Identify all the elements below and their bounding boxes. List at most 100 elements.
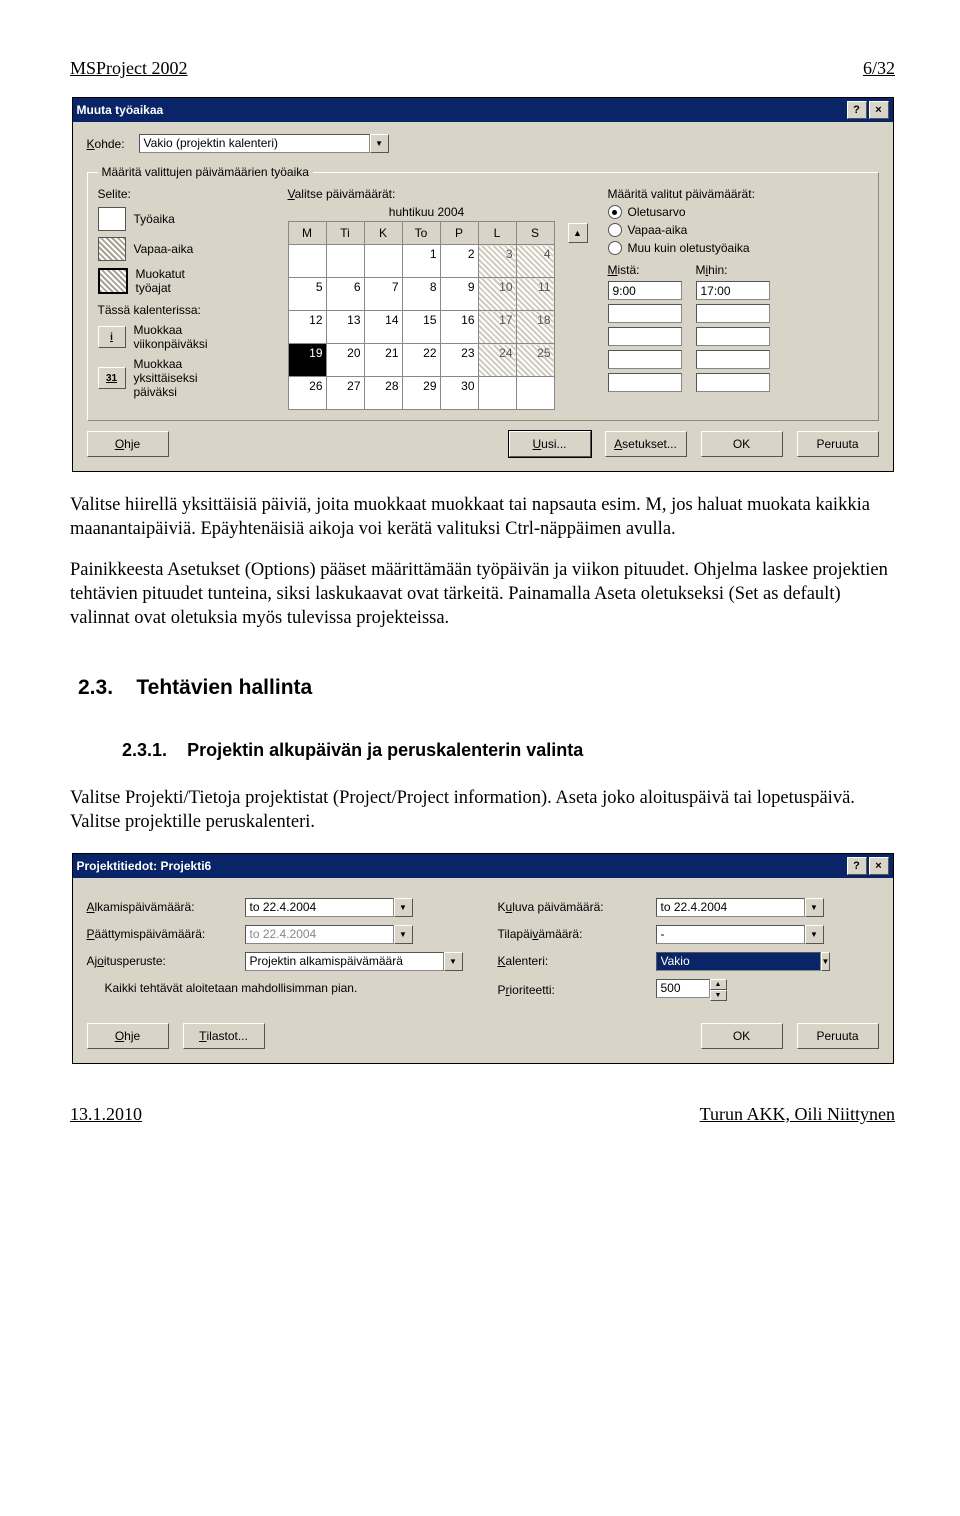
alk-combo[interactable]: to 22.4.2004 ▼	[245, 898, 413, 917]
paa-combo[interactable]: to 22.4.2004 ▼	[245, 925, 413, 944]
cal-day[interactable]: 17	[478, 311, 516, 344]
cal-head[interactable]: K	[364, 222, 402, 245]
spin-up-icon[interactable]: ▲	[710, 979, 727, 990]
cal-day[interactable]	[326, 245, 364, 278]
mihin-input-4[interactable]	[696, 350, 770, 369]
cal-day[interactable]: 5	[288, 278, 326, 311]
mista-input-1[interactable]	[608, 281, 682, 300]
muokkaa-viikko-label: Muokkaa viikonpäiväksi	[134, 323, 208, 351]
radio-muu[interactable]: Muu kuin oletustyöaika	[608, 241, 838, 255]
cal-day[interactable]	[516, 377, 554, 410]
chevron-down-icon[interactable]: ▼	[394, 898, 413, 917]
cal-day[interactable]: 29	[402, 377, 440, 410]
cal-day[interactable]: 27	[326, 377, 364, 410]
ok-button[interactable]: OK	[701, 1023, 783, 1049]
mista-input-4[interactable]	[608, 350, 682, 369]
cal-day[interactable]: 7	[364, 278, 402, 311]
cal-day[interactable]: 8	[402, 278, 440, 311]
mista-input-5[interactable]	[608, 373, 682, 392]
help-button[interactable]: ?	[847, 101, 867, 119]
mihin-input-3[interactable]	[696, 327, 770, 346]
cal-head[interactable]: M	[288, 222, 326, 245]
ohje-button[interactable]: Ohje	[87, 431, 169, 457]
groupbox-legend: Määritä valittujen päivämäärien työaika	[98, 165, 313, 179]
mihin-input-2[interactable]	[696, 304, 770, 323]
radio-oletus[interactable]: Oletusarvo	[608, 205, 838, 219]
calendar[interactable]: M Ti K To P L S	[288, 221, 555, 410]
cal-day[interactable]: 18	[516, 311, 554, 344]
header-left: MSProject 2002	[70, 58, 188, 79]
page-header: MSProject 2002 6/32	[70, 58, 895, 79]
cal-head[interactable]: P	[440, 222, 478, 245]
ajo-combo[interactable]: Projektin alkamispäivämäärä ▼	[245, 952, 463, 971]
chevron-down-icon[interactable]: ▼	[370, 134, 389, 153]
help-button[interactable]: ?	[847, 857, 867, 875]
chevron-down-icon[interactable]: ▼	[805, 925, 824, 944]
chevron-down-icon[interactable]: ▼	[805, 898, 824, 917]
kaikki-text: Kaikki tehtävät aloitetaan mahdollisimma…	[105, 981, 468, 995]
tila-value: -	[656, 925, 805, 944]
cal-day[interactable]: 2	[440, 245, 478, 278]
cal-day[interactable]: 1	[402, 245, 440, 278]
mihin-input-5[interactable]	[696, 373, 770, 392]
peruuta-button[interactable]: Peruuta	[797, 431, 879, 457]
cal-day[interactable]: 21	[364, 344, 402, 377]
cal-head[interactable]: Ti	[326, 222, 364, 245]
cal-day[interactable]: 14	[364, 311, 402, 344]
close-button[interactable]: ×	[869, 857, 889, 875]
cal-day[interactable]: 28	[364, 377, 402, 410]
cal-day[interactable]	[288, 245, 326, 278]
uusi-button[interactable]: Uusi...	[509, 431, 591, 457]
prio-value[interactable]	[656, 979, 710, 998]
kohde-combo[interactable]: Vakio (projektin kalenteri) ▼	[139, 134, 389, 153]
cal-day[interactable]: 25	[516, 344, 554, 377]
ok-button[interactable]: OK	[701, 431, 783, 457]
chevron-down-icon[interactable]: ▼	[821, 952, 831, 971]
calendar-day-icon: 31	[98, 367, 126, 389]
cal-day[interactable]: 6	[326, 278, 364, 311]
radio-vapaa[interactable]: Vapaa-aika	[608, 223, 838, 237]
cal-day[interactable]: 24	[478, 344, 516, 377]
cal-day[interactable]: 20	[326, 344, 364, 377]
tila-combo[interactable]: - ▼	[656, 925, 824, 944]
cal-day[interactable]: 11	[516, 278, 554, 311]
cal-scroll-up[interactable]: ▲	[568, 223, 588, 243]
close-button[interactable]: ×	[869, 101, 889, 119]
cal-day[interactable]: 30	[440, 377, 478, 410]
cal-day[interactable]: 13	[326, 311, 364, 344]
tilastot-button[interactable]: Tilastot...	[183, 1023, 265, 1049]
kuluva-combo[interactable]: to 22.4.2004 ▼	[656, 898, 824, 917]
cal-day[interactable]: 22	[402, 344, 440, 377]
chevron-down-icon[interactable]: ▼	[444, 952, 463, 971]
cal-day[interactable]	[478, 377, 516, 410]
cal-day[interactable]: 23	[440, 344, 478, 377]
kal-combo[interactable]: ▼	[656, 952, 824, 971]
titlebar[interactable]: Projektitiedot: Projekti6 ? ×	[73, 854, 893, 878]
mista-input-3[interactable]	[608, 327, 682, 346]
asetukset-button[interactable]: Asetukset...	[605, 431, 687, 457]
cal-day[interactable]: 10	[478, 278, 516, 311]
cal-head[interactable]: S	[516, 222, 554, 245]
cal-day[interactable]: 26	[288, 377, 326, 410]
peruuta-button[interactable]: Peruuta	[797, 1023, 879, 1049]
cal-day[interactable]: 3	[478, 245, 516, 278]
legend-tyoaika-label: Työaika	[134, 212, 175, 226]
cal-day[interactable]: 16	[440, 311, 478, 344]
header-right: 6/32	[863, 58, 895, 79]
ohje-button[interactable]: Ohje	[87, 1023, 169, 1049]
cal-day[interactable]: 12	[288, 311, 326, 344]
mista-input-2[interactable]	[608, 304, 682, 323]
cal-head[interactable]: L	[478, 222, 516, 245]
mihin-input-1[interactable]	[696, 281, 770, 300]
chevron-down-icon[interactable]: ▼	[394, 925, 413, 944]
spin-down-icon[interactable]: ▼	[710, 990, 727, 1001]
cal-day-selected[interactable]: 19	[288, 344, 326, 377]
prio-spinner[interactable]: ▲ ▼	[656, 979, 727, 1001]
cal-day[interactable]	[364, 245, 402, 278]
titlebar[interactable]: Muuta työaikaa ? ×	[73, 98, 893, 122]
cal-day[interactable]: 9	[440, 278, 478, 311]
cal-head[interactable]: To	[402, 222, 440, 245]
cal-title: huhtikuu 2004	[288, 205, 566, 219]
cal-day[interactable]: 15	[402, 311, 440, 344]
cal-day[interactable]: 4	[516, 245, 554, 278]
